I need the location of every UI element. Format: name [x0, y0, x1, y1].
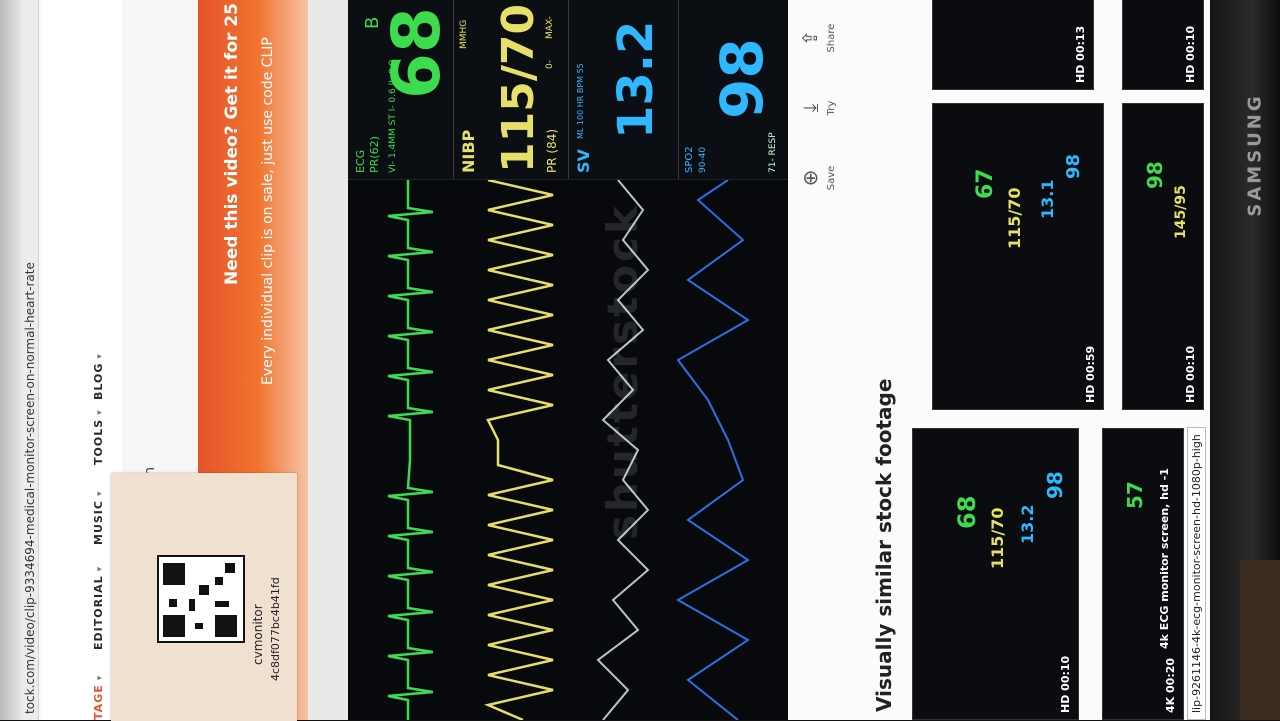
floor-background	[1240, 560, 1280, 720]
thumbnail-5[interactable]: HD 00:13	[932, 0, 1094, 90]
save-button[interactable]: ⊕ Save	[798, 156, 837, 200]
share-icon: ⇪	[798, 29, 822, 47]
share-button[interactable]: ⇪ Share	[798, 16, 837, 60]
nibp-pr: PR (84)	[545, 128, 559, 173]
nibp-unit: MMHG	[459, 19, 469, 49]
similar-footage-title: Visually similar stock footage	[872, 378, 896, 712]
nibp-value: 115/70	[493, 3, 544, 173]
nibp-waveform	[483, 180, 554, 720]
sv-value: 13.2	[608, 20, 664, 139]
thumbnail-6[interactable]: HD 00:10	[1122, 0, 1204, 90]
thumbnail-caption: 4k ECG monitor screen, hd -1	[1158, 468, 1171, 649]
thumbnail-3[interactable]: 67 115/70 13.1 98 HD 00:59	[932, 103, 1104, 410]
ecg-waveform	[387, 180, 434, 720]
resp-waveform	[675, 180, 750, 720]
chevron-down-icon: ▾	[95, 409, 105, 415]
chevron-down-icon: ▾	[95, 565, 105, 572]
duration-label: HD 00:10	[1184, 345, 1197, 403]
qr-sticker: cvmonitor 4c8df077bc4b41fd	[111, 473, 297, 721]
vitals-readout: ECG PR(62) VI- 1.4MM ST I- 0.6 II- 0.9 B…	[348, 0, 788, 180]
sv-readout: SV ML 100 HR BPM 55 13.2	[568, 0, 679, 179]
chevron-down-icon: ▾	[95, 674, 105, 681]
sv-label: SV	[574, 149, 593, 173]
sticker-label: cvmonitor	[251, 604, 265, 665]
promo-headline: Need this video? Get it for 25	[222, 3, 242, 285]
nibp-readout: NIBP MMHG 115/70 PR (84) 0- MAX-	[453, 0, 569, 179]
thumbnail-2[interactable]: 57 4K 00:20 4k ECG monitor screen, hd -1	[1102, 428, 1184, 720]
chevron-down-icon: ▾	[95, 490, 105, 497]
nav-item-footage[interactable]: TAGE▾	[92, 675, 105, 720]
sticker-id: 4c8df077bc4b41fd	[269, 577, 282, 681]
nibp-scale-high: MAX-	[545, 16, 555, 39]
spo2-label: SPO2	[684, 146, 695, 173]
duration-label: HD 00:13	[1074, 25, 1087, 83]
qr-code-icon	[157, 555, 245, 643]
ecg-label: ECG	[354, 149, 367, 173]
pr-value: PR(62)	[368, 136, 381, 173]
video-player[interactable]: shutterstock ECG PR(62) VI- 1.4MM ST I- …	[348, 0, 788, 720]
waveform-panel	[387, 180, 750, 720]
ecg-readout: ECG PR(62) VI- 1.4MM ST I- 0.6 II- 0.9 B…	[348, 0, 455, 179]
sv-sub: ML 100 HR BPM 55	[576, 63, 585, 139]
brand-logo: SAMSUNG	[1244, 93, 1266, 217]
nav-item-music[interactable]: MUSIC▾	[92, 491, 105, 546]
spacer	[308, 0, 348, 720]
thumbnail-1[interactable]: 68 115/70 13.2 98 HD 00:10	[912, 428, 1079, 720]
nibp-label: NIBP	[459, 129, 478, 173]
nibp-scale-low: 0-	[545, 60, 555, 69]
duration-label: HD 00:10	[1059, 655, 1072, 713]
hr-value: 68	[378, 7, 455, 99]
url-text: tock.com/video/clip-9334694-medical-moni…	[23, 262, 37, 714]
thumbnail-4[interactable]: 98 145/95 HD 00:10	[1122, 103, 1204, 410]
link-tooltip: lip-9261146-4k-ecg-monitor-screen-hd-108…	[1187, 427, 1206, 720]
watermark: shutterstock	[598, 203, 647, 540]
download-icon: ⤓	[798, 103, 822, 113]
nav-item-tools[interactable]: TOOLS▾	[92, 409, 105, 465]
chevron-down-icon: ▾	[95, 353, 105, 359]
clip-actions: ⊕ Save ⤓ Try ⇪ Share	[792, 0, 852, 200]
try-button[interactable]: ⤓ Try	[798, 86, 837, 130]
spo2-value: 98	[708, 38, 776, 119]
address-bar[interactable]: tock.com/video/clip-9334694-medical-moni…	[22, 0, 39, 720]
duration-label: 4K 00:20	[1164, 657, 1177, 713]
promo-subline: Every individual clip is on sale, just u…	[260, 37, 276, 385]
spo2-readout: SPO2 90-40 98 71- RESP	[678, 0, 788, 179]
monitor-bezel-left	[0, 0, 22, 720]
duration-label: HD 00:59	[1084, 345, 1097, 403]
nav-item-editorial[interactable]: EDITORIAL▾	[92, 566, 105, 650]
nav-item-blog[interactable]: BLOG▾	[92, 353, 105, 400]
plus-circle-icon: ⊕	[798, 169, 822, 187]
duration-label: HD 00:10	[1184, 25, 1197, 83]
resp-label: 71- RESP	[768, 132, 778, 173]
spo2-sub: 90-40	[698, 146, 708, 173]
